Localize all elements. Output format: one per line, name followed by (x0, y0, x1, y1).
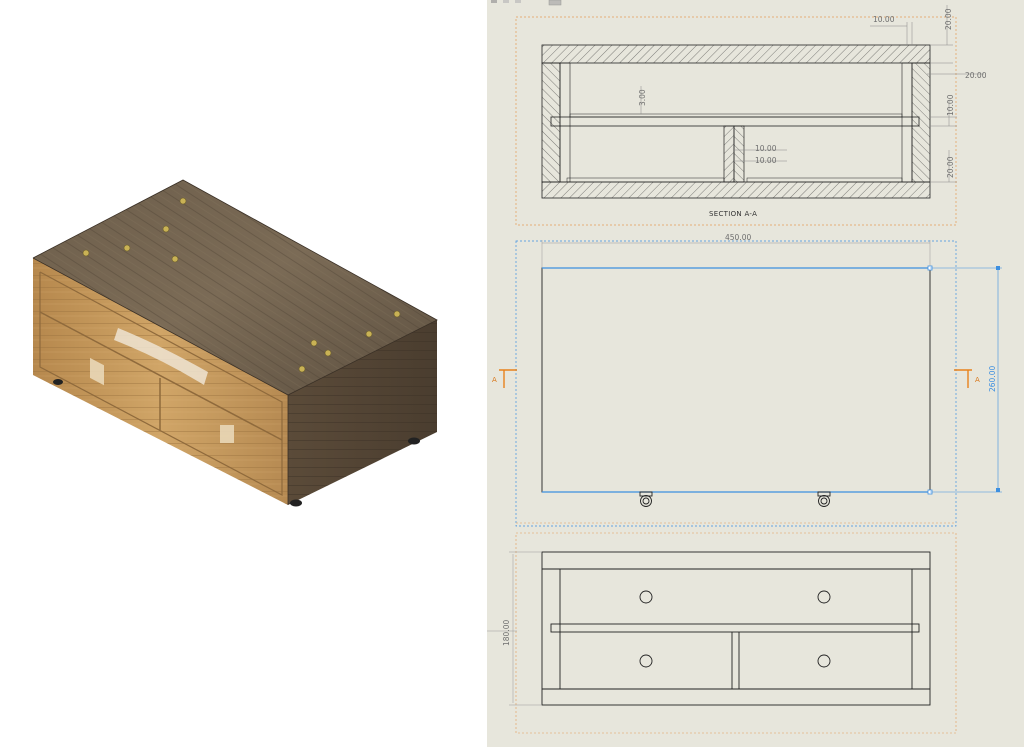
section-geometry (541, 44, 931, 199)
mini-toolbar[interactable] (491, 0, 562, 6)
dim-divider-b[interactable]: 10.00 (755, 156, 777, 165)
model-render-pane (0, 0, 487, 747)
dim-shelf-gap[interactable]: 3.00 (638, 89, 647, 106)
section-label-left: A (492, 376, 497, 384)
top-view-outline (541, 267, 931, 493)
cabinet-render (32, 179, 438, 507)
section-arrow-left[interactable] (499, 369, 517, 388)
drawing-canvas[interactable]: 10.00 20.00 20.00 3.00 10.00 10.00 10.00… (487, 0, 1024, 747)
front-view-border (515, 532, 957, 734)
dim-top-thickness[interactable]: 20.00 (944, 8, 953, 30)
section-view[interactable]: 10.00 20.00 20.00 3.00 10.00 10.00 10.00… (515, 5, 987, 226)
dim-bottom-thickness[interactable]: 20.00 (946, 156, 955, 178)
dim-divider-a[interactable]: 10.00 (755, 144, 777, 153)
section-arrow-right[interactable] (954, 369, 972, 388)
dim-depth[interactable]: 260.00 (988, 366, 997, 392)
top-view[interactable]: 450.00 260.00 A A (492, 233, 1002, 527)
drawing-sheet[interactable]: 10.00 20.00 20.00 3.00 10.00 10.00 10.00… (487, 0, 1024, 747)
caster-left (639, 491, 653, 507)
top-view-border (515, 240, 957, 527)
section-dim-lines (640, 5, 984, 183)
dim-side-thickness[interactable]: 20.00 (965, 71, 987, 80)
section-label-right: A (975, 376, 980, 384)
dim-width[interactable]: 450.00 (725, 233, 751, 242)
dim-top-width[interactable]: 10.00 (873, 15, 895, 24)
front-geometry (541, 551, 931, 706)
dim-height[interactable]: 180.00 (502, 620, 511, 646)
dim-shelf-thickness[interactable]: 10.00 (946, 94, 955, 116)
caster-right (817, 491, 831, 507)
section-caption: SECTION A-A (709, 210, 757, 218)
front-view[interactable]: 180.00 (487, 532, 957, 734)
